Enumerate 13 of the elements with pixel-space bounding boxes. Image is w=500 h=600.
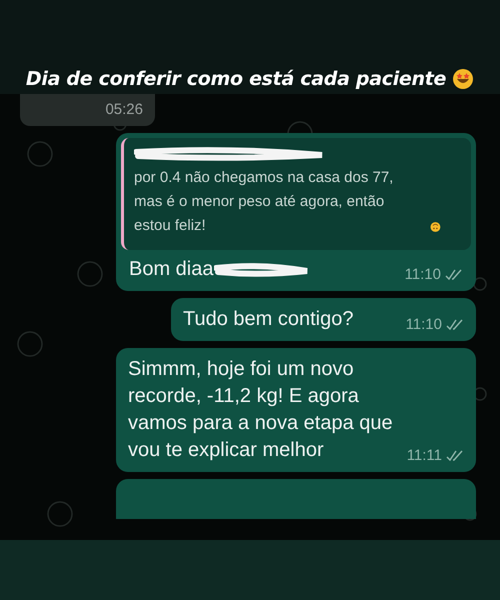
- message-text: Bom diaa: [129, 257, 214, 282]
- double-check-icon: [446, 318, 464, 330]
- message-time: 05:26: [105, 101, 143, 118]
- story-caption: Dia de conferir como está cada paciente: [26, 68, 446, 90]
- message-text: Tudo bem contigo?: [183, 307, 354, 332]
- star-struck-face-icon: [452, 68, 474, 90]
- message-time: 11:10: [404, 266, 441, 283]
- message-time: 11:11: [406, 447, 442, 464]
- double-check-icon: [445, 268, 463, 280]
- double-check-icon: [446, 450, 464, 462]
- message-text: Simmm, hoje foi um novo recorde, -11,2 kg! E agora vamos para a nova etapa que vou te explicar melhor: [128, 357, 394, 463]
- message-time: 11:10: [406, 316, 442, 333]
- quoted-text: por 0.4 não chegamos na casa dos 77, mas é o menor peso até agora, então estou feliz!: [134, 168, 394, 236]
